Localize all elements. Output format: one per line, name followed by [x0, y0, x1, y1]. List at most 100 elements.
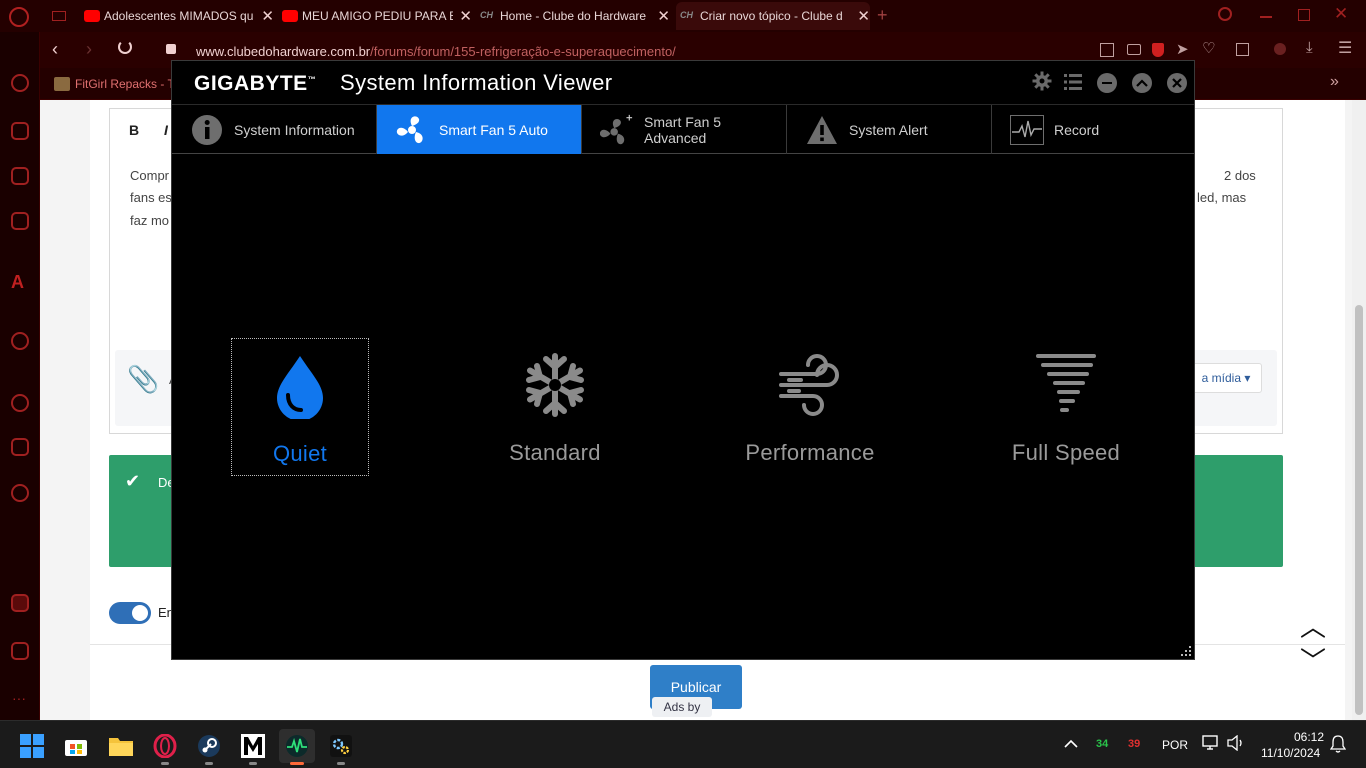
search-icon[interactable] — [1218, 7, 1232, 21]
reload-icon[interactable] — [118, 40, 132, 54]
opera-logo-icon[interactable] — [9, 7, 29, 27]
siv-monitor-icon[interactable] — [279, 729, 315, 765]
italic-button[interactable]: I — [164, 122, 168, 138]
twitch-icon[interactable] — [11, 167, 29, 185]
tab-smart-fan-5-advanced[interactable]: Smart Fan 5 Advanced — [582, 105, 787, 154]
cpu-temp-green[interactable]: 34 — [1096, 738, 1108, 750]
store-icon[interactable] — [58, 729, 94, 763]
tab-1[interactable]: Adolescentes MIMADOS qu ✕ — [84, 2, 274, 30]
network-icon[interactable] — [1202, 735, 1220, 756]
language-indicator[interactable]: POR — [1162, 738, 1188, 752]
fan-icon — [395, 113, 429, 147]
app-title: System Information Viewer — [340, 70, 613, 95]
close-icon[interactable]: ✕ — [261, 7, 274, 25]
settings-icon[interactable] — [11, 484, 29, 502]
mode-performance[interactable]: Performance — [741, 338, 879, 476]
speed-dial-icon[interactable] — [11, 74, 29, 92]
list-menu-icon[interactable] — [1064, 73, 1082, 96]
close-icon[interactable]: ✕ — [857, 7, 870, 25]
tab-smart-fan-5-auto[interactable]: Smart Fan 5 Auto — [377, 105, 582, 154]
opera-gx-icon[interactable] — [147, 729, 183, 765]
notification-bell-icon[interactable] — [1329, 735, 1347, 758]
mode-standard[interactable]: Standard — [486, 338, 624, 476]
windows-start-icon[interactable] — [14, 729, 50, 763]
collapse-button[interactable] — [1132, 73, 1152, 93]
back-icon[interactable]: ‹ — [52, 39, 58, 60]
snowflake-icon — [526, 353, 584, 417]
ads-label[interactable]: Ads by — [652, 697, 712, 717]
windows-taskbar: 34 39 POR 06:12 11/10/2024 — [0, 720, 1366, 768]
tab-label: Home - Clube do Hardware — [500, 9, 647, 23]
menu-icon[interactable]: ☰ — [1338, 38, 1352, 58]
cube-icon[interactable] — [1236, 43, 1249, 56]
insert-media-button[interactable]: a mídia ▾ — [1190, 363, 1262, 393]
cpu-temp-red[interactable]: 39 — [1128, 738, 1140, 750]
tab-system-alert[interactable]: System Alert — [787, 105, 992, 154]
steam-icon[interactable] — [191, 729, 227, 765]
cube-icon[interactable] — [11, 438, 29, 456]
heart-icon[interactable]: ♡ — [1202, 39, 1215, 57]
tab-system-information[interactable]: System Information — [172, 105, 377, 154]
tab-label: Smart Fan 5 Advanced — [644, 113, 722, 146]
pinned-app-icon[interactable] — [11, 594, 29, 612]
mode-full-speed[interactable]: Full Speed — [997, 338, 1135, 476]
adblock-shield-icon[interactable] — [1152, 43, 1164, 57]
settings-gear-icon[interactable] — [1032, 71, 1052, 96]
gear-app-icon[interactable] — [323, 729, 359, 765]
forward-icon[interactable]: › — [86, 39, 92, 60]
chevron-up-icon[interactable] — [1064, 736, 1078, 754]
tab-label: Smart Fan 5 Auto — [439, 121, 548, 138]
mode-label: Quiet — [272, 441, 328, 466]
close-button[interactable] — [1167, 73, 1187, 93]
shopping-bag-icon[interactable] — [11, 122, 29, 140]
youtube-icon — [84, 10, 100, 22]
new-tab-button[interactable]: + — [877, 5, 888, 26]
restore-window-button[interactable] — [1298, 9, 1310, 21]
page-scrollbar[interactable] — [1352, 100, 1366, 720]
paperclip-icon: 📎 — [127, 364, 160, 394]
m-app-icon[interactable] — [235, 729, 271, 765]
tab-label: System Alert — [849, 121, 928, 138]
volume-icon[interactable] — [1227, 734, 1245, 756]
send-icon[interactable]: ➤ — [1176, 40, 1189, 58]
player-icon[interactable] — [11, 332, 29, 350]
arc-icon[interactable]: A — [11, 272, 29, 292]
youtube-icon — [282, 10, 298, 22]
scroll-down-icon[interactable]: ﹀ — [1298, 644, 1328, 678]
minimize-window-button[interactable] — [1260, 16, 1272, 18]
close-window-button[interactable]: ✕ — [1334, 4, 1348, 24]
close-icon[interactable]: ✕ — [459, 7, 472, 25]
tab-3[interactable]: CH Home - Clube do Hardware ✕ — [480, 2, 670, 30]
close-icon[interactable]: ✕ — [657, 7, 670, 25]
download-icon[interactable]: ⤓ — [1306, 39, 1313, 56]
bookmark-fitgirl[interactable]: FitGirl Repacks - T — [75, 77, 175, 91]
tab-2[interactable]: MEU AMIGO PEDIU PARA E ✕ — [282, 2, 472, 30]
scroll-up-icon[interactable]: ︿ — [1298, 610, 1328, 644]
minimize-button[interactable] — [1097, 73, 1117, 93]
share-icon[interactable] — [1100, 43, 1114, 57]
bold-button[interactable]: B — [129, 122, 139, 138]
tab-4-active[interactable]: CH Criar novo tópico - Clube d ✕ — [676, 2, 870, 30]
history-icon[interactable] — [11, 394, 29, 412]
gx-corner-icon[interactable] — [11, 212, 29, 230]
scrollbar-thumb[interactable] — [1355, 305, 1363, 715]
clock-time[interactable]: 06:12 — [1294, 730, 1324, 744]
image-icon[interactable] — [11, 642, 29, 660]
mode-quiet[interactable]: Quiet — [231, 338, 369, 476]
brand-text: GIGABYTE — [194, 72, 308, 95]
file-explorer-icon[interactable] — [103, 729, 139, 763]
mail-icon[interactable] — [52, 11, 66, 21]
url-text[interactable]: www.clubedohardware.com.br/forums/forum/… — [196, 44, 676, 59]
pulse-icon — [1010, 113, 1044, 147]
resize-grip-icon[interactable] — [1181, 646, 1191, 656]
clock-date[interactable]: 11/10/2024 — [1261, 746, 1320, 760]
tab-record[interactable]: Record — [992, 105, 1194, 154]
lock-icon[interactable] — [166, 44, 176, 54]
siv-title-bar[interactable]: GIGABYTE™ System Information Viewer — [172, 61, 1194, 104]
notify-toggle[interactable] — [109, 602, 151, 624]
chevron-right-icon[interactable]: » — [1330, 73, 1339, 91]
profile-icon[interactable] — [1274, 43, 1286, 55]
more-icon[interactable]: ··· — [12, 690, 26, 706]
scroll-controls: ︿ ﹀ — [1298, 610, 1328, 680]
camera-icon[interactable] — [1127, 44, 1141, 55]
